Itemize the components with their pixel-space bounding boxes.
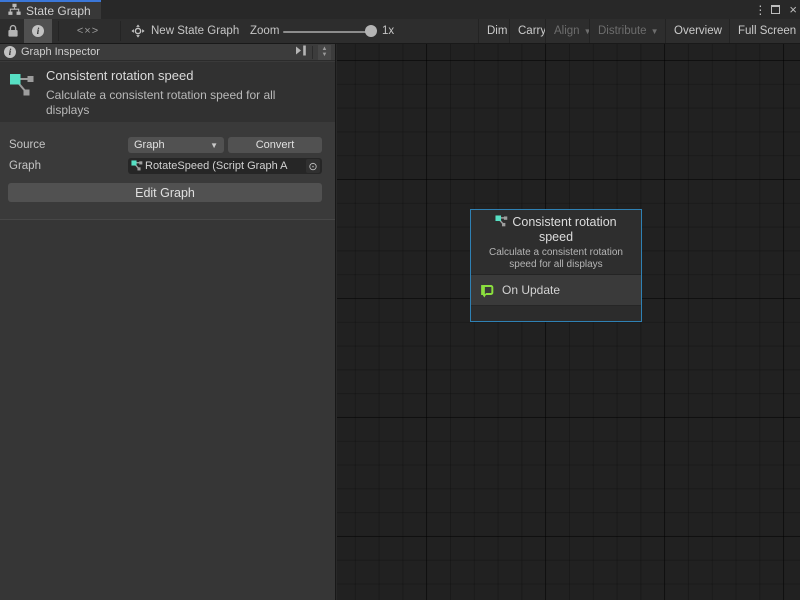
- spin-down-icon: ▼: [322, 52, 328, 58]
- close-icon[interactable]: ×: [789, 3, 797, 16]
- zoom-value: 1x: [382, 25, 394, 37]
- panel-scrubber[interactable]: ▲ ▼: [318, 45, 331, 60]
- state-node-title: Consistent rotation speed: [491, 215, 621, 245]
- tab-bar: State Graph ⋮ ×: [0, 0, 800, 19]
- distribute-label: Distribute: [598, 25, 647, 37]
- dock-panel-icon[interactable]: [295, 45, 307, 59]
- script-graph-icon: [495, 215, 508, 228]
- header-separator: [312, 46, 313, 59]
- graph-toolbar: i <×> New State Graph Zoom 1x Dim Carry: [0, 19, 800, 44]
- state-graph-window: State Graph ⋮ × i <×>: [0, 0, 800, 600]
- overview-label: Overview: [674, 25, 722, 37]
- code-icon: <×>: [77, 25, 99, 37]
- object-picker-icon[interactable]: ⊙: [306, 159, 320, 173]
- zoom-label: Zoom: [250, 25, 279, 37]
- source-dropdown[interactable]: Graph ▼: [128, 137, 224, 153]
- convert-label: Convert: [256, 139, 295, 151]
- graph-title: Consistent rotation speed: [46, 68, 193, 83]
- hierarchy-icon: [8, 3, 21, 19]
- dim-label: Dim: [487, 25, 507, 37]
- state-node-title-text: Consistent rotation speed: [512, 215, 616, 244]
- state-node-event-row[interactable]: On Update: [471, 274, 641, 305]
- source-dropdown-value: Graph: [134, 139, 210, 151]
- edit-graph-button[interactable]: Edit Graph: [8, 183, 322, 202]
- window-controls: ⋮ ×: [754, 0, 797, 19]
- chevron-down-icon: ▼: [651, 27, 659, 36]
- graph-canvas[interactable]: Consistent rotation speed Calculate a co…: [337, 44, 800, 600]
- toolbar-separator: [120, 21, 121, 41]
- graph-object-field[interactable]: RotateSpeed (Script Graph A ⊙: [128, 158, 322, 174]
- align-label: Align: [554, 25, 580, 37]
- new-state-graph-button[interactable]: New State Graph: [131, 19, 243, 43]
- toolbar-separator: [58, 21, 59, 41]
- zoom-slider-track[interactable]: [283, 31, 373, 33]
- state-unit-icon: [131, 24, 145, 38]
- code-view-button[interactable]: <×>: [70, 19, 106, 43]
- chevron-down-icon: ▼: [210, 141, 218, 150]
- distribute-button[interactable]: Distribute ▼: [589, 19, 667, 43]
- on-update-icon: [479, 282, 495, 298]
- graph-description-box: Consistent rotation speed Calculate a co…: [0, 62, 335, 122]
- state-node-description: Calculate a consistent rotation speed fo…: [481, 247, 631, 271]
- on-update-label: On Update: [502, 283, 560, 297]
- lock-icon: [7, 24, 19, 38]
- state-node-consistent-rotation-speed[interactable]: Consistent rotation speed Calculate a co…: [470, 209, 642, 322]
- edit-graph-label: Edit Graph: [135, 186, 195, 200]
- full-screen-label: Full Screen: [738, 25, 796, 37]
- info-icon: i: [4, 46, 16, 58]
- window-menu-icon[interactable]: ⋮: [754, 3, 762, 17]
- graph-inspector-panel: i Graph Inspector ▲ ▼: [0, 44, 336, 600]
- tab-label: State Graph: [26, 4, 91, 18]
- script-graph-icon: [131, 160, 143, 172]
- graph-inspector-title: Graph Inspector: [21, 46, 290, 58]
- full-screen-button[interactable]: Full Screen: [729, 19, 800, 43]
- overview-button[interactable]: Overview: [665, 19, 730, 43]
- maximize-icon[interactable]: [771, 5, 780, 14]
- tab-state-graph[interactable]: State Graph: [0, 0, 101, 19]
- graph-inspector-header: i Graph Inspector ▲ ▼: [0, 44, 335, 61]
- graph-description: Calculate a consistent rotation speed fo…: [46, 88, 316, 118]
- graph-field-label: Graph: [9, 160, 41, 172]
- info-icon: i: [32, 25, 44, 37]
- convert-button[interactable]: Convert: [228, 137, 322, 153]
- inspector-toggle-button[interactable]: i: [24, 19, 52, 43]
- new-state-graph-label: New State Graph: [151, 25, 239, 37]
- zoom-slider-handle[interactable]: [365, 25, 377, 37]
- graph-object-value: RotateSpeed (Script Graph A: [145, 160, 306, 172]
- source-label: Source: [9, 139, 45, 151]
- carry-label: Carry: [518, 25, 546, 37]
- state-node-footer: [471, 305, 641, 321]
- lock-button[interactable]: [4, 19, 22, 43]
- state-node-header: Consistent rotation speed Calculate a co…: [471, 210, 641, 274]
- inspector-empty-area: [0, 219, 335, 600]
- script-graph-icon: [9, 73, 36, 103]
